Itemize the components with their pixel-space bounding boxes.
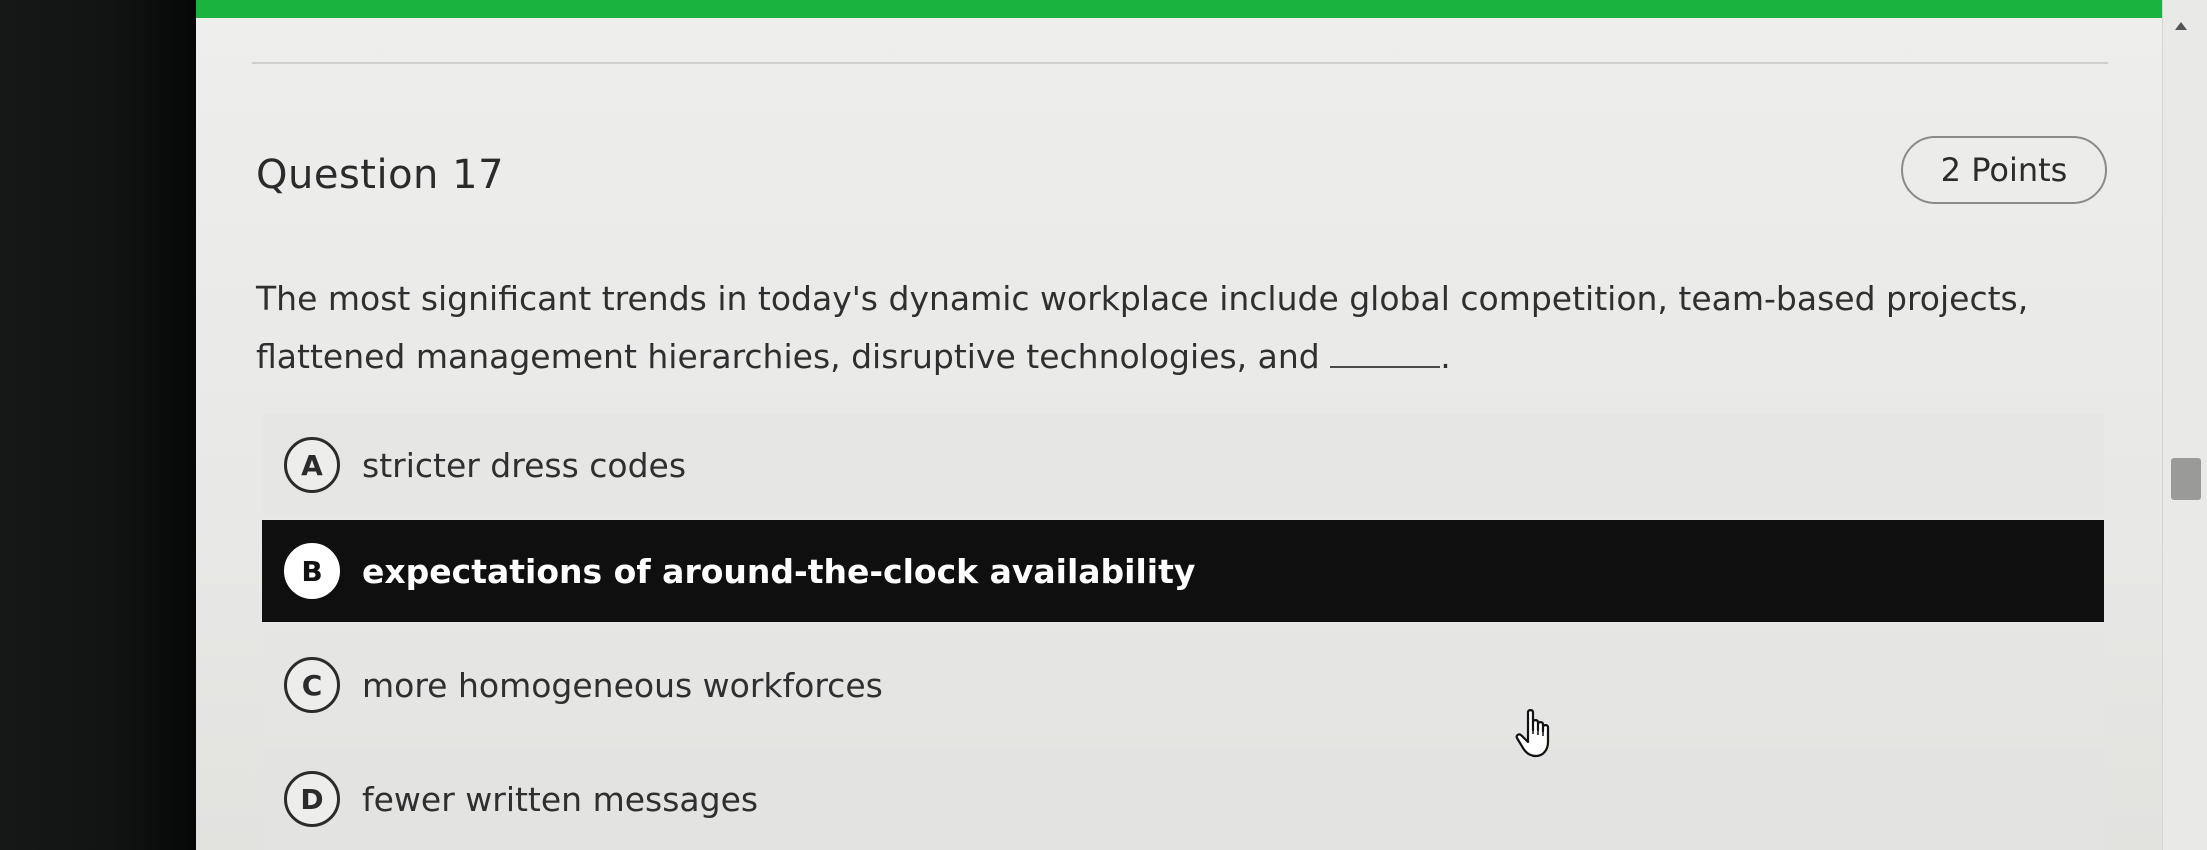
vertical-scrollbar[interactable]: [2162, 0, 2207, 850]
answer-option-c[interactable]: C more homogeneous workforces: [262, 634, 2104, 736]
answer-option-b[interactable]: B expectations of around-the-clock avail…: [262, 520, 2104, 622]
question-stem: The most significant trends in today's d…: [256, 279, 2029, 376]
top-accent-bar: [196, 0, 2162, 18]
monitor-bezel: [0, 0, 200, 850]
option-label: fewer written messages: [362, 779, 759, 819]
option-label: expectations of around-the-clock availab…: [362, 551, 1196, 591]
answer-option-a[interactable]: A stricter dress codes: [262, 414, 2104, 516]
option-label: stricter dress codes: [362, 445, 687, 485]
points-badge: 2 Points: [1901, 136, 2107, 204]
option-letter-badge: D: [284, 771, 340, 827]
section-divider: [252, 62, 2108, 64]
option-letter-badge: C: [284, 657, 340, 713]
chevron-up-icon[interactable]: [2175, 22, 2187, 30]
quiz-page: Question 17 2 Points The most significan…: [196, 0, 2162, 850]
screen: Question 17 2 Points The most significan…: [0, 0, 2207, 850]
option-label: more homogeneous workforces: [362, 665, 883, 705]
hand-pointer-icon: [1515, 709, 1550, 758]
question-text: The most significant trends in today's d…: [256, 270, 2136, 386]
question-end: .: [1440, 337, 1451, 376]
answer-blank: [1330, 336, 1441, 368]
answer-option-d[interactable]: D fewer written messages: [262, 748, 2104, 850]
question-title: Question 17: [256, 152, 505, 198]
option-letter-badge: A: [284, 437, 340, 493]
scrollbar-thumb[interactable]: [2171, 458, 2201, 500]
option-letter-badge: B: [284, 543, 340, 599]
